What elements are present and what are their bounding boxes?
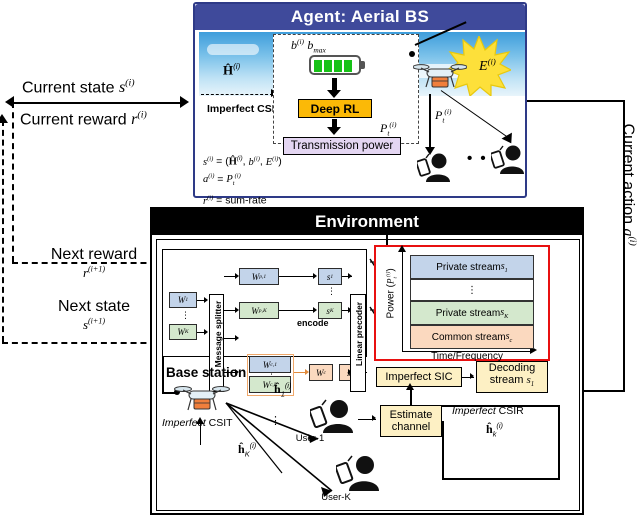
transmitter-block: W1 ⋮ WK Message splitter Wp,1 Wp,K Wc,1 …	[162, 249, 367, 396]
w1-arrow-head	[204, 297, 208, 303]
transmit-power-symbol: Pt(i)	[380, 120, 397, 138]
csit-arrow-head	[196, 417, 204, 424]
battery-terminal-icon	[361, 61, 365, 69]
user-icon	[415, 152, 451, 187]
channel-feedback-label: ĥk(i)	[486, 421, 504, 439]
chart-layer-common-sc: Common stream sc	[410, 325, 534, 349]
battery-to-rl-arrow-head	[327, 90, 341, 98]
chart-layer-private-sk: Private stream sK	[410, 301, 534, 325]
feedback-line-top	[442, 405, 560, 407]
reward-equation: r(i) = sum-rate	[203, 194, 267, 207]
environment-panel-title: Environment	[152, 209, 582, 235]
channel-ellipsis: ⋮	[270, 415, 281, 427]
linear-precoder-label: Linear precoder	[354, 301, 364, 367]
feedback-line-right	[558, 405, 560, 479]
uav-icon	[412, 62, 468, 92]
chart-y-label: Power (Pt(i))	[385, 268, 399, 319]
csi-arrow-line	[201, 94, 273, 95]
current-reward-vertical-line	[12, 102, 14, 262]
common-stream-wc1: Wc,1	[249, 356, 291, 373]
s1-to-precoder-head	[348, 273, 352, 279]
imperfect-csi-label: Imperfect CSI	[207, 103, 275, 115]
action-equation: a(i) = Pt(i)	[203, 172, 241, 188]
userk-caption: User-K	[321, 492, 351, 503]
transmission-power-block[interactable]: Transmission power	[283, 137, 401, 155]
imperfect-csir-label: Imperfect CSIR	[452, 405, 524, 417]
symbol-ellipsis: ⋮	[327, 286, 336, 296]
state-equation: s(i) = (Ĥ(i), b(i), E(i))	[203, 155, 282, 168]
encode-label: encode	[297, 318, 329, 328]
wpk-to-sk	[279, 310, 315, 311]
channel-hk-label: ĥK(i)	[238, 441, 257, 459]
chart-plot-area: Private stream s1 ⋮ Private stream sK Co…	[410, 255, 534, 349]
user-to-estimate-head	[372, 415, 376, 421]
bs-bracket-vertical	[162, 357, 164, 393]
feedback-line-left	[442, 421, 444, 479]
chart-y-axis	[402, 251, 403, 351]
channel-h1-label: ĥ1(i)	[274, 381, 292, 399]
action-line-top	[527, 100, 625, 102]
environment-panel: Environment W1 ⋮ WK Message splitter Wp,…	[150, 207, 584, 515]
private-stream-wpk: Wp,K	[239, 302, 279, 319]
wp1-to-s1	[279, 276, 315, 277]
decoding-stream-block[interactable]: Decoding stream s1	[476, 361, 548, 393]
message-splitter-label: Message splitter	[213, 300, 223, 368]
linear-precoder-block: Linear precoder	[350, 294, 366, 392]
next-state-label: Next state s(i+1)	[57, 298, 131, 332]
channel-estimate-label: Ĥ(i)	[223, 62, 241, 78]
next-state-up-arrow-head	[0, 114, 8, 123]
uav-link-dot	[409, 51, 415, 57]
chart-layer-ellipsis: ⋮	[410, 279, 534, 301]
message-wk: WK	[169, 324, 197, 340]
chart-y-axis-head	[398, 245, 406, 252]
rl-to-power-arrow-head	[327, 127, 341, 135]
current-state-arrow-head	[180, 96, 189, 108]
current-state-label: Current state s(i)	[22, 78, 135, 97]
user-icon	[489, 144, 525, 179]
power-allocation-chart: Power (Pt(i)) Private stream s1 ⋮ Privat…	[374, 245, 550, 362]
current-action-label: Current action a(i)	[619, 123, 638, 246]
power-arrow-vertical	[429, 94, 431, 149]
userk-icon	[334, 455, 380, 496]
base-station-label: Base station	[166, 365, 247, 380]
imperfect-sic-block[interactable]: Imperfect SIC	[376, 367, 462, 387]
current-reward-label: Current reward r(i)	[20, 110, 147, 129]
feedback-line-bottom	[442, 478, 560, 480]
csit-arrow-line	[200, 423, 201, 445]
message-w1: W1	[169, 292, 197, 308]
mdp-equations: s(i) = (Ĥ(i), b(i), E(i)) a(i) = Pt(i) r…	[203, 152, 282, 209]
agent-panel-title: Agent: Aerial BS	[195, 4, 525, 30]
combined-common-wc: Wc	[309, 364, 333, 381]
sic-to-decoding-head	[470, 373, 474, 379]
splitter-out-3-head	[235, 335, 239, 341]
estimate-channel-block[interactable]: Estimate channel	[380, 405, 442, 437]
wp1-to-s1-head	[313, 273, 317, 279]
symbol-s1: s1	[318, 268, 342, 285]
chart-feed-line	[386, 231, 388, 245]
deep-rl-block[interactable]: Deep RL	[298, 99, 372, 118]
agent-panel: Agent: Aerial BS Ĥ(i) Imperfect CSI b(i)…	[193, 2, 527, 207]
private-stream-wp1: Wp,1	[239, 268, 279, 285]
symbol-sk: sK	[318, 302, 342, 319]
wpk-to-sk-head	[313, 307, 317, 313]
harvested-energy-label: E(i)	[479, 56, 496, 74]
wk-arrow-head	[204, 329, 208, 335]
cloud-icon	[207, 44, 259, 55]
chart-layer-private-s1: Private stream s1	[410, 255, 534, 279]
message-ellipsis: ⋮	[181, 310, 190, 320]
next-state-vertical-line	[2, 120, 4, 342]
user1-caption: User-1	[295, 433, 325, 444]
current-state-arrow-line	[8, 102, 186, 104]
next-reward-label: Next reward r(i+1)	[50, 246, 138, 280]
battery-level-label: b(i) bmax	[291, 37, 326, 55]
power-arrow-label: Pt(i)	[435, 107, 452, 125]
battery-icon	[309, 55, 361, 75]
estimate-to-sic-head	[406, 383, 414, 390]
